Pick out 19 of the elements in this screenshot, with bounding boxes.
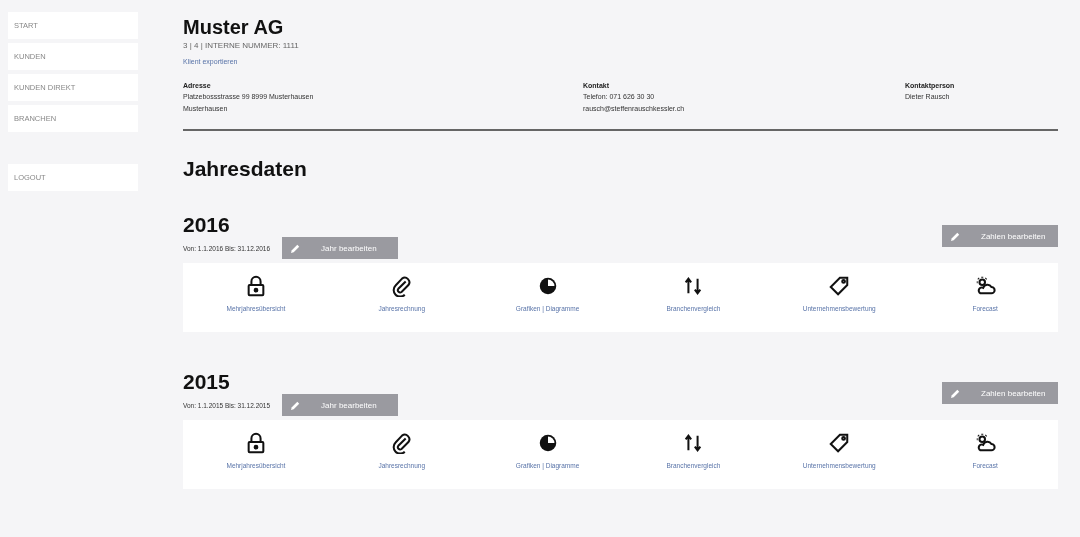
pencil-icon xyxy=(290,399,302,411)
paperclip-icon xyxy=(390,432,413,454)
sun-cloud-icon xyxy=(974,275,997,297)
client-name: Muster AG xyxy=(183,16,285,39)
tag-icon xyxy=(828,275,851,297)
year-title: 2016 xyxy=(183,213,231,237)
pencil-icon xyxy=(950,387,961,399)
section-title: Jahresdaten xyxy=(183,157,308,181)
paperclip-icon xyxy=(390,275,413,297)
pencil-icon xyxy=(290,242,302,254)
edit-year-button[interactable]: Jahr bearbeiten xyxy=(282,237,399,259)
edit-numbers-button[interactable]: Zahlen bearbeiten xyxy=(942,382,1058,404)
edit-numbers-button[interactable]: Zahlen bearbeiten xyxy=(942,225,1058,247)
pencil-icon xyxy=(950,230,961,242)
tag-icon xyxy=(828,432,851,454)
client-subtitle: 3 | 4 | INTERNE NUMMER: 1111 xyxy=(183,41,300,50)
sun-cloud-icon xyxy=(974,432,997,454)
edit-year-button[interactable]: Jahr bearbeiten xyxy=(282,394,399,416)
year-title: 2015 xyxy=(183,370,231,394)
